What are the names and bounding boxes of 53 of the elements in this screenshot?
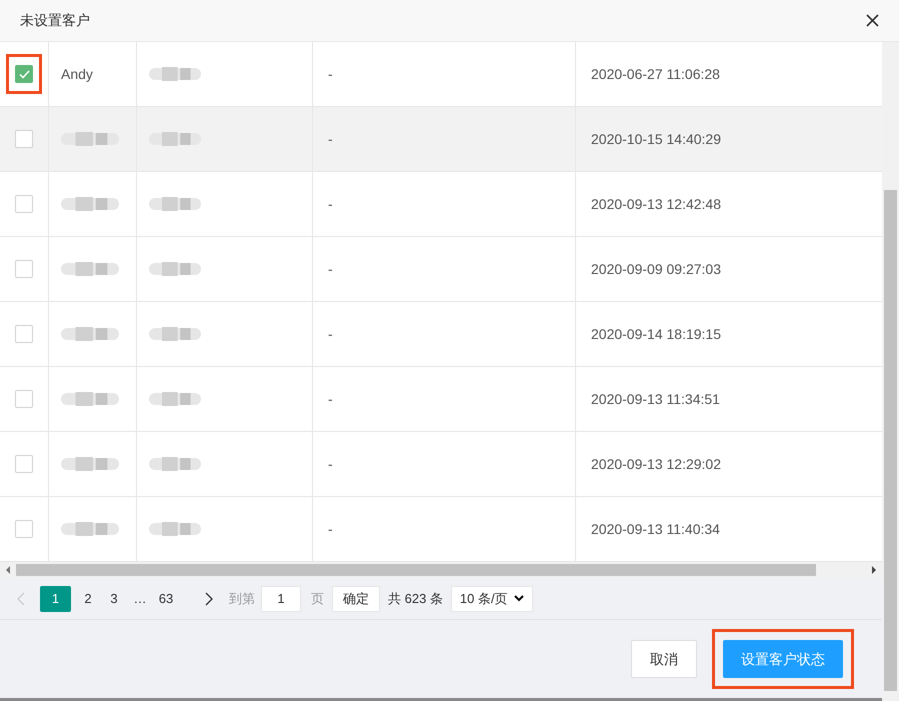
table-cell-text: 2020-09-09 09:27:03 [591, 260, 721, 278]
row-checkbox[interactable] [15, 130, 33, 148]
row-checkbox[interactable] [15, 390, 33, 408]
page-size-select[interactable]: 10 条/页 [450, 586, 533, 612]
confirm-button[interactable]: 确定 [332, 586, 380, 612]
table-cell-text: - [328, 64, 333, 84]
page-unit-label: 页 [311, 590, 324, 608]
table-cell-text: - [328, 194, 333, 214]
row-checkbox[interactable] [15, 65, 33, 83]
table-cell-text: 2020-06-27 11:06:28 [591, 64, 720, 84]
dialog-title: 未设置客户 [20, 11, 91, 30]
table-cell-text: - [328, 324, 333, 344]
table-cell-text: 2020-09-13 12:29:02 [591, 454, 721, 474]
cancel-button[interactable]: 取消 [631, 640, 697, 678]
page-button[interactable]: 63 [153, 586, 179, 612]
row-checkbox[interactable] [15, 195, 33, 213]
table-cell-text: 2020-09-13 12:42:48 [591, 194, 721, 214]
table-row[interactable]: - 2020-09-13 12:29:02 [0, 432, 882, 497]
row-checkbox[interactable] [15, 260, 33, 278]
goto-label: 到第 [229, 590, 255, 608]
vertical-scrollbar[interactable] [882, 42, 899, 701]
table-cell-text: 2020-10-15 14:40:29 [591, 130, 721, 148]
table-row[interactable]: - 2020-09-14 18:19:15 [0, 302, 882, 367]
table-cell-text: - [328, 260, 333, 278]
table-cell-text: - [328, 520, 333, 538]
page-button[interactable]: … [127, 586, 153, 612]
table-cell-text: - [328, 130, 333, 148]
table-row[interactable]: - 2020-10-15 14:40:29 [0, 107, 882, 172]
table-cell-text: Andy [61, 64, 93, 84]
table-cell-text: 2020-09-13 11:40:34 [591, 520, 720, 538]
table-row[interactable]: - 2020-09-13 12:42:48 [0, 172, 882, 237]
table-row[interactable]: - 2020-09-09 09:27:03 [0, 237, 882, 302]
page-input[interactable]: 1 [261, 586, 301, 612]
chevron-down-icon [514, 595, 524, 602]
scrollbar-thumb[interactable] [884, 190, 897, 691]
table-cell-text: - [328, 454, 333, 474]
table-cell-text: 2020-09-14 18:19:15 [591, 324, 721, 344]
check-icon [18, 70, 30, 78]
total-count: 共 623 条 [388, 590, 443, 608]
close-icon[interactable] [866, 14, 879, 27]
scrollbar-thumb[interactable] [16, 564, 816, 576]
table-row[interactable]: Andy - 2020-06-27 11:06:28 [0, 42, 882, 107]
table-row[interactable]: - 2020-09-13 11:40:34 [0, 497, 882, 562]
page-button[interactable]: 1 [40, 586, 71, 612]
horizontal-scrollbar[interactable] [0, 562, 882, 578]
row-checkbox[interactable] [15, 325, 33, 343]
page-button[interactable]: 2 [75, 586, 101, 612]
table-cell-text: 2020-09-13 11:34:51 [591, 390, 720, 408]
table-row[interactable]: - 2020-09-13 11:34:51 [0, 367, 882, 432]
row-checkbox[interactable] [15, 520, 33, 538]
page-button[interactable]: 3 [101, 586, 127, 612]
row-checkbox[interactable] [15, 455, 33, 473]
table-cell-text: - [328, 390, 333, 408]
